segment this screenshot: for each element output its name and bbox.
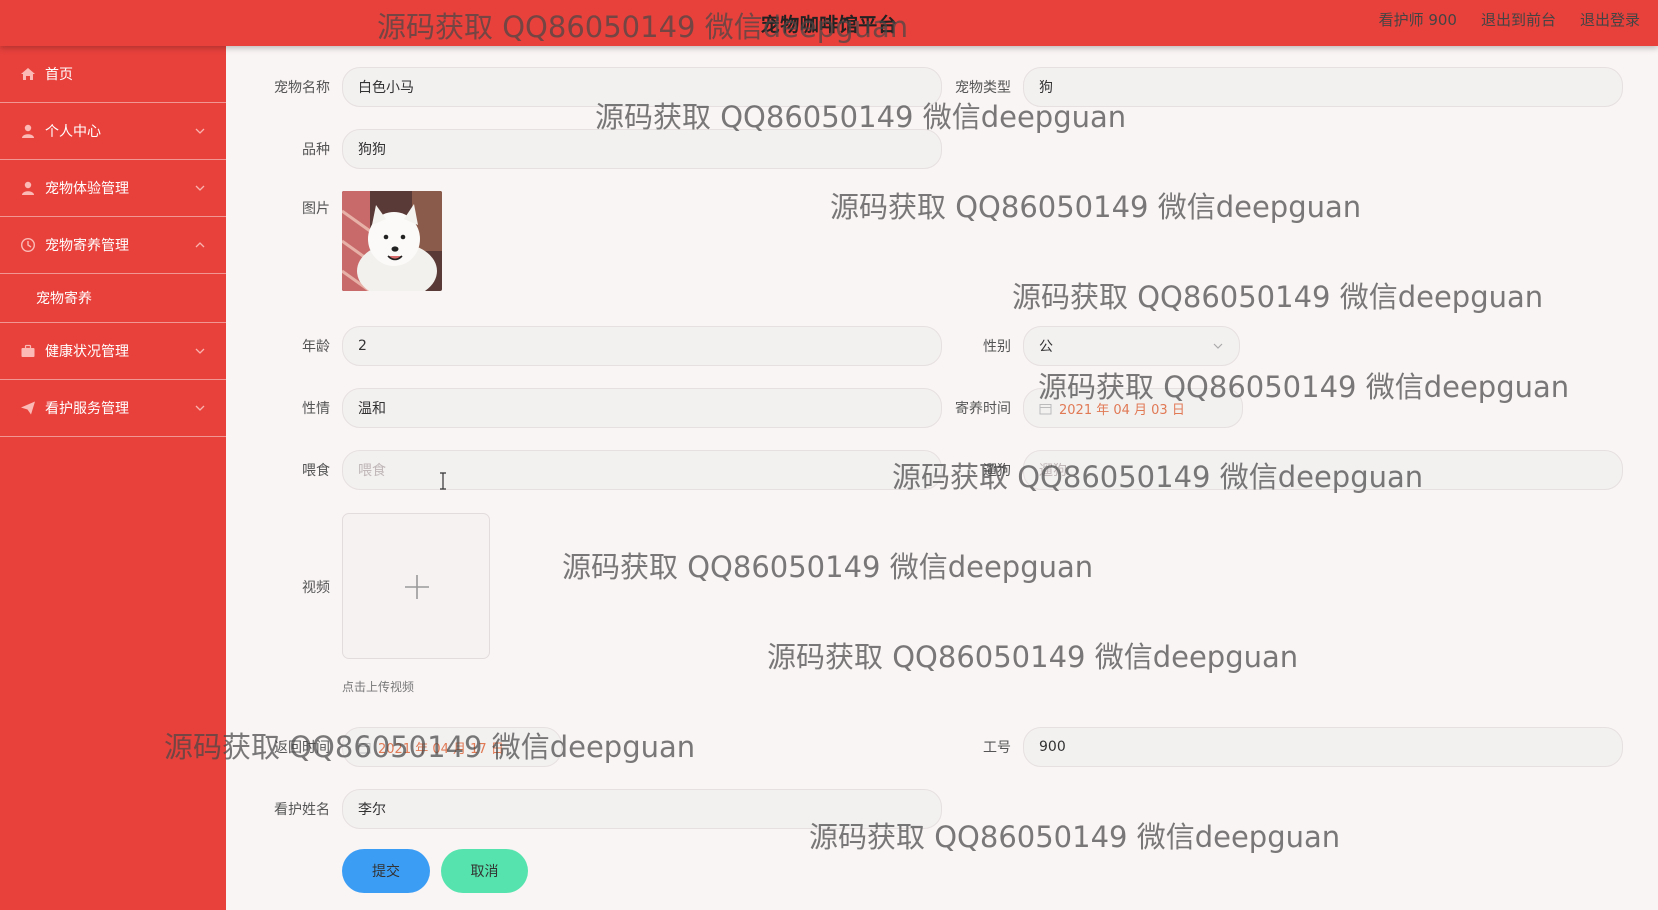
calendar-icon xyxy=(358,741,371,754)
sidebar-item-label: 健康状况管理 xyxy=(45,344,129,360)
breed-input[interactable]: 狗狗 xyxy=(342,129,942,169)
sidebar: 首页 个人中心 宠物体验管理 宠物寄养管理 宠物寄养 健康状况管理 看护服务管理 xyxy=(0,46,226,910)
pet-name-input[interactable]: 白色小马 xyxy=(342,67,942,107)
row-boarding-time: 寄养时间 2021 年 04 月 03 日 xyxy=(945,388,1243,428)
submit-button[interactable]: 提交 xyxy=(342,849,430,893)
sidebar-item-label: 看护服务管理 xyxy=(45,401,129,417)
boarding-time-label: 寄养时间 xyxy=(955,401,1011,417)
user-icon xyxy=(20,180,36,196)
breed-label: 品种 xyxy=(302,142,330,158)
row-gender: 性别 公 xyxy=(945,326,1240,366)
temperament-label: 性情 xyxy=(302,401,330,417)
row-image: 图片 xyxy=(264,198,342,218)
plus-icon xyxy=(405,575,429,599)
home-icon xyxy=(20,66,36,82)
gender-label: 性别 xyxy=(983,339,1011,355)
back-to-front-link[interactable]: 退出到前台 xyxy=(1481,9,1556,30)
age-label: 年龄 xyxy=(302,339,330,355)
top-header: 宠物咖啡馆平台 看护师 900 退出到前台 退出登录 xyxy=(0,0,1658,46)
row-breed: 品种 狗狗 xyxy=(264,129,942,169)
sidebar-item-label: 首页 xyxy=(45,67,73,83)
row-pet-type: 宠物类型 狗 xyxy=(945,67,1623,107)
watermark: 源码获取 QQ86050149 微信deepguan xyxy=(830,190,1362,224)
chevron-down-icon xyxy=(1212,340,1224,352)
video-upload-hint: 点击上传视频 xyxy=(342,680,415,694)
row-feeding: 喂食 喂食 xyxy=(264,450,942,490)
calendar-icon xyxy=(1039,402,1052,415)
pet-image[interactable] xyxy=(342,191,442,291)
staff-no-label: 工号 xyxy=(983,740,1011,756)
cancel-button[interactable]: 取消 xyxy=(441,849,528,893)
sidebar-item-personal-center[interactable]: 个人中心 xyxy=(0,103,226,160)
pet-name-label: 宠物名称 xyxy=(274,80,330,96)
text-cursor-icon xyxy=(440,472,446,490)
watermark: 源码获取 QQ86050149 微信deepguan xyxy=(767,640,1299,674)
user-icon xyxy=(20,123,36,139)
briefcase-icon xyxy=(20,343,36,359)
return-time-label: 返回时间 xyxy=(274,740,330,756)
boarding-time-picker[interactable]: 2021 年 04 月 03 日 xyxy=(1023,388,1243,428)
chevron-down-icon xyxy=(194,125,206,137)
sidebar-item-label: 宠物寄养管理 xyxy=(45,238,129,254)
row-return-time: 返回时间 2021 年 04 月 17 日 xyxy=(264,727,562,767)
pet-type-input[interactable]: 狗 xyxy=(1023,67,1623,107)
header-actions: 看护师 900 退出到前台 退出登录 xyxy=(1379,9,1640,30)
chevron-down-icon xyxy=(194,345,206,357)
gender-value: 公 xyxy=(1039,339,1053,355)
return-time-value: 2021 年 04 月 17 日 xyxy=(378,741,504,757)
staff-no-input[interactable]: 900 xyxy=(1023,727,1623,767)
caretaker-label: 看护姓名 xyxy=(274,802,330,818)
age-input[interactable]: 2 xyxy=(342,326,942,366)
sidebar-subitem-pet-boarding[interactable]: 宠物寄养 xyxy=(0,274,226,323)
row-staff-no: 工号 900 xyxy=(945,727,1623,767)
watermark: 源码获取 QQ86050149 微信deepguan xyxy=(562,550,1094,584)
logout-link[interactable]: 退出登录 xyxy=(1580,9,1640,30)
row-pet-name: 宠物名称 白色小马 xyxy=(264,67,942,107)
video-upload-button[interactable] xyxy=(342,513,490,659)
row-temperament: 性情 温和 xyxy=(264,388,942,428)
row-walk: 遛狗 遛狗 xyxy=(945,450,1623,490)
user-label: 看护师 900 xyxy=(1378,11,1457,29)
temperament-input[interactable]: 温和 xyxy=(342,388,942,428)
sidebar-item-pet-experience[interactable]: 宠物体验管理 xyxy=(0,160,226,217)
watermark: 源码获取 QQ86050149 微信deepguan xyxy=(1012,280,1544,314)
sidebar-subitem-label: 宠物寄养 xyxy=(36,291,92,307)
feeding-label: 喂食 xyxy=(302,463,330,479)
row-caretaker: 看护姓名 李尔 xyxy=(264,789,942,829)
pet-type-label: 宠物类型 xyxy=(955,80,1011,96)
return-time-picker[interactable]: 2021 年 04 月 17 日 xyxy=(342,727,562,767)
row-age: 年龄 2 xyxy=(264,326,942,366)
chevron-down-icon xyxy=(194,402,206,414)
row-video: 视频 xyxy=(264,577,342,597)
caretaker-input[interactable]: 李尔 xyxy=(342,789,942,829)
clock-icon xyxy=(20,237,36,253)
sidebar-item-care-service[interactable]: 看护服务管理 xyxy=(0,380,226,437)
sidebar-item-pet-boarding[interactable]: 宠物寄养管理 xyxy=(0,217,226,274)
walk-label: 遛狗 xyxy=(983,463,1011,479)
image-label: 图片 xyxy=(302,201,330,217)
sidebar-item-health-status[interactable]: 健康状况管理 xyxy=(0,323,226,380)
sidebar-item-label: 个人中心 xyxy=(45,124,101,140)
sidebar-item-home[interactable]: 首页 xyxy=(0,46,226,103)
chevron-up-icon xyxy=(194,239,206,251)
feeding-input[interactable]: 喂食 xyxy=(342,450,942,490)
gender-select[interactable]: 公 xyxy=(1023,326,1240,366)
video-label: 视频 xyxy=(302,580,330,596)
send-icon xyxy=(20,400,36,416)
sidebar-item-label: 宠物体验管理 xyxy=(45,181,129,197)
boarding-time-value: 2021 年 04 月 03 日 xyxy=(1059,402,1185,418)
chevron-down-icon xyxy=(194,182,206,194)
walk-input[interactable]: 遛狗 xyxy=(1023,450,1623,490)
